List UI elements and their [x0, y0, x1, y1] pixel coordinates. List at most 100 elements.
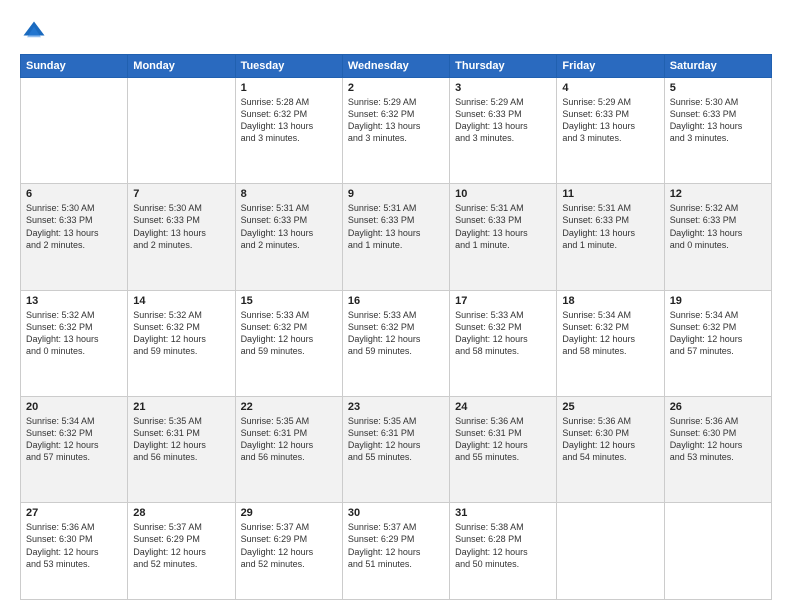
weekday-header-monday: Monday	[128, 55, 235, 78]
cell-detail: Sunrise: 5:32 AM Sunset: 6:32 PM Dayligh…	[26, 309, 122, 358]
page: SundayMondayTuesdayWednesdayThursdayFrid…	[0, 0, 792, 612]
cell-detail: Sunrise: 5:36 AM Sunset: 6:30 PM Dayligh…	[26, 521, 122, 570]
cell-detail: Sunrise: 5:37 AM Sunset: 6:29 PM Dayligh…	[133, 521, 229, 570]
weekday-header-friday: Friday	[557, 55, 664, 78]
calendar-cell	[128, 78, 235, 184]
cell-detail: Sunrise: 5:31 AM Sunset: 6:33 PM Dayligh…	[241, 202, 337, 251]
calendar-cell: 18Sunrise: 5:34 AM Sunset: 6:32 PM Dayli…	[557, 290, 664, 396]
day-number: 19	[670, 295, 766, 307]
day-number: 13	[26, 295, 122, 307]
calendar-cell: 6 Sunrise: 5:30 AM Sunset: 6:33 PM Daylig…	[21, 184, 128, 290]
calendar-week-row: 20 Sunrise: 5:34 AM Sunset: 6:32 PM Dayli…	[21, 396, 772, 502]
calendar-cell: 9Sunrise: 5:31 AM Sunset: 6:33 PM Daylig…	[342, 184, 449, 290]
weekday-header-tuesday: Tuesday	[235, 55, 342, 78]
cell-detail: Sunrise: 5:35 AM Sunset: 6:31 PM Dayligh…	[348, 415, 444, 464]
day-number: 12	[670, 188, 766, 200]
day-number: 28	[133, 507, 229, 519]
day-number: 11	[562, 188, 658, 200]
calendar-cell: 14 Sunrise: 5:32 AM Sunset: 6:32 PM Dayli…	[128, 290, 235, 396]
calendar-week-row: 27 Sunrise: 5:36 AM Sunset: 6:30 PM Dayli…	[21, 503, 772, 600]
day-number: 6	[26, 188, 122, 200]
cell-detail: Sunrise: 5:30 AM Sunset: 6:33 PM Dayligh…	[133, 202, 229, 251]
day-number: 9	[348, 188, 444, 200]
cell-detail: Sunrise: 5:31 AM Sunset: 6:33 PM Dayligh…	[562, 202, 658, 251]
calendar-table: SundayMondayTuesdayWednesdayThursdayFrid…	[20, 54, 772, 600]
day-number: 22	[241, 401, 337, 413]
calendar-cell: 13 Sunrise: 5:32 AM Sunset: 6:32 PM Dayli…	[21, 290, 128, 396]
cell-detail: Sunrise: 5:34 AM Sunset: 6:32 PM Dayligh…	[26, 415, 122, 464]
calendar-cell: 1 Sunrise: 5:28 AM Sunset: 6:32 PM Daylig…	[235, 78, 342, 184]
calendar-week-row: 6 Sunrise: 5:30 AM Sunset: 6:33 PM Daylig…	[21, 184, 772, 290]
calendar-cell	[664, 503, 771, 600]
calendar-cell: 21 Sunrise: 5:35 AM Sunset: 6:31 PM Dayli…	[128, 396, 235, 502]
day-number: 14	[133, 295, 229, 307]
day-number: 21	[133, 401, 229, 413]
day-number: 8	[241, 188, 337, 200]
cell-detail: Sunrise: 5:35 AM Sunset: 6:31 PM Dayligh…	[133, 415, 229, 464]
calendar-header-row: SundayMondayTuesdayWednesdayThursdayFrid…	[21, 55, 772, 78]
calendar-cell: 7 Sunrise: 5:30 AM Sunset: 6:33 PM Daylig…	[128, 184, 235, 290]
calendar-cell: 4Sunrise: 5:29 AM Sunset: 6:33 PM Daylig…	[557, 78, 664, 184]
calendar-cell: 11 Sunrise: 5:31 AM Sunset: 6:33 PM Dayli…	[557, 184, 664, 290]
cell-detail: Sunrise: 5:29 AM Sunset: 6:33 PM Dayligh…	[562, 96, 658, 145]
day-number: 17	[455, 295, 551, 307]
cell-detail: Sunrise: 5:35 AM Sunset: 6:31 PM Dayligh…	[241, 415, 337, 464]
calendar-cell: 22 Sunrise: 5:35 AM Sunset: 6:31 PM Dayli…	[235, 396, 342, 502]
cell-detail: Sunrise: 5:37 AM Sunset: 6:29 PM Dayligh…	[348, 521, 444, 570]
cell-detail: Sunrise: 5:36 AM Sunset: 6:31 PM Dayligh…	[455, 415, 551, 464]
day-number: 15	[241, 295, 337, 307]
calendar-week-row: 1 Sunrise: 5:28 AM Sunset: 6:32 PM Daylig…	[21, 78, 772, 184]
day-number: 16	[348, 295, 444, 307]
cell-detail: Sunrise: 5:29 AM Sunset: 6:33 PM Dayligh…	[455, 96, 551, 145]
calendar-cell: 24Sunrise: 5:36 AM Sunset: 6:31 PM Dayli…	[450, 396, 557, 502]
calendar-cell: 5 Sunrise: 5:30 AM Sunset: 6:33 PM Daylig…	[664, 78, 771, 184]
logo	[20, 18, 52, 46]
day-number: 20	[26, 401, 122, 413]
cell-detail: Sunrise: 5:32 AM Sunset: 6:32 PM Dayligh…	[133, 309, 229, 358]
cell-detail: Sunrise: 5:37 AM Sunset: 6:29 PM Dayligh…	[241, 521, 337, 570]
cell-detail: Sunrise: 5:30 AM Sunset: 6:33 PM Dayligh…	[26, 202, 122, 251]
calendar-cell: 3 Sunrise: 5:29 AM Sunset: 6:33 PM Daylig…	[450, 78, 557, 184]
calendar-cell: 27 Sunrise: 5:36 AM Sunset: 6:30 PM Dayli…	[21, 503, 128, 600]
logo-icon	[20, 18, 48, 46]
cell-detail: Sunrise: 5:36 AM Sunset: 6:30 PM Dayligh…	[562, 415, 658, 464]
day-number: 10	[455, 188, 551, 200]
day-number: 3	[455, 82, 551, 94]
calendar-cell: 19 Sunrise: 5:34 AM Sunset: 6:32 PM Dayli…	[664, 290, 771, 396]
weekday-header-saturday: Saturday	[664, 55, 771, 78]
day-number: 25	[562, 401, 658, 413]
calendar-week-row: 13 Sunrise: 5:32 AM Sunset: 6:32 PM Dayli…	[21, 290, 772, 396]
calendar-cell: 16 Sunrise: 5:33 AM Sunset: 6:32 PM Dayli…	[342, 290, 449, 396]
day-number: 1	[241, 82, 337, 94]
calendar-cell: 15Sunrise: 5:33 AM Sunset: 6:32 PM Dayli…	[235, 290, 342, 396]
cell-detail: Sunrise: 5:29 AM Sunset: 6:32 PM Dayligh…	[348, 96, 444, 145]
cell-detail: Sunrise: 5:38 AM Sunset: 6:28 PM Dayligh…	[455, 521, 551, 570]
calendar-cell: 28 Sunrise: 5:37 AM Sunset: 6:29 PM Dayli…	[128, 503, 235, 600]
calendar-cell: 26 Sunrise: 5:36 AM Sunset: 6:30 PM Dayli…	[664, 396, 771, 502]
calendar-cell: 17Sunrise: 5:33 AM Sunset: 6:32 PM Dayli…	[450, 290, 557, 396]
day-number: 18	[562, 295, 658, 307]
calendar-cell	[557, 503, 664, 600]
calendar-cell: 12Sunrise: 5:32 AM Sunset: 6:33 PM Dayli…	[664, 184, 771, 290]
weekday-header-sunday: Sunday	[21, 55, 128, 78]
day-number: 7	[133, 188, 229, 200]
calendar-cell: 31Sunrise: 5:38 AM Sunset: 6:28 PM Dayli…	[450, 503, 557, 600]
day-number: 5	[670, 82, 766, 94]
cell-detail: Sunrise: 5:28 AM Sunset: 6:32 PM Dayligh…	[241, 96, 337, 145]
day-number: 23	[348, 401, 444, 413]
cell-detail: Sunrise: 5:33 AM Sunset: 6:32 PM Dayligh…	[348, 309, 444, 358]
header	[20, 18, 772, 46]
day-number: 26	[670, 401, 766, 413]
weekday-header-thursday: Thursday	[450, 55, 557, 78]
calendar-cell	[21, 78, 128, 184]
cell-detail: Sunrise: 5:36 AM Sunset: 6:30 PM Dayligh…	[670, 415, 766, 464]
day-number: 2	[348, 82, 444, 94]
calendar-cell: 10 Sunrise: 5:31 AM Sunset: 6:33 PM Dayli…	[450, 184, 557, 290]
calendar-cell: 2 Sunrise: 5:29 AM Sunset: 6:32 PM Daylig…	[342, 78, 449, 184]
cell-detail: Sunrise: 5:31 AM Sunset: 6:33 PM Dayligh…	[455, 202, 551, 251]
calendar-cell: 8 Sunrise: 5:31 AM Sunset: 6:33 PM Daylig…	[235, 184, 342, 290]
cell-detail: Sunrise: 5:30 AM Sunset: 6:33 PM Dayligh…	[670, 96, 766, 145]
calendar-cell: 29Sunrise: 5:37 AM Sunset: 6:29 PM Dayli…	[235, 503, 342, 600]
day-number: 27	[26, 507, 122, 519]
cell-detail: Sunrise: 5:34 AM Sunset: 6:32 PM Dayligh…	[670, 309, 766, 358]
